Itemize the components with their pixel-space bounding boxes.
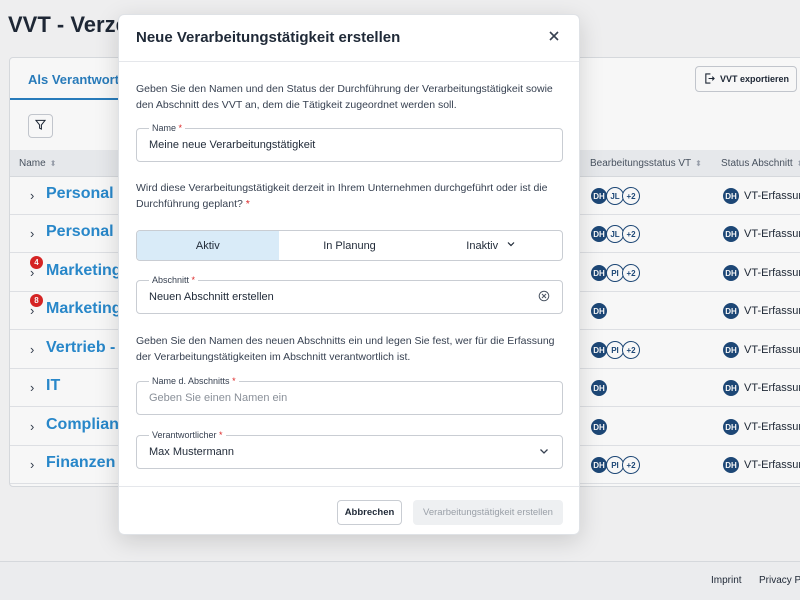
abschnitt-name-placeholder: Geben Sie einen Namen ein (149, 392, 288, 404)
modal-header: Neue Verarbeitungstätigkeit erstellen (119, 15, 579, 62)
segment-inaktiv[interactable]: Inaktiv (420, 231, 562, 260)
name-field[interactable]: Name * Meine neue Verarbeitungstätigkeit (136, 123, 563, 162)
abschnitt-name-field[interactable]: Name d. Abschnitts * Geben Sie einen Nam… (136, 376, 563, 415)
intro-text: Geben Sie den Namen und den Status der D… (136, 83, 553, 111)
abschnitt-field[interactable]: Abschnitt * Neuen Abschnitt erstellen (136, 275, 563, 314)
name-field-label: Name * (149, 123, 186, 133)
status-segmented-control: Aktiv In Planung Inaktiv (136, 230, 563, 261)
clear-circle-icon[interactable] (538, 290, 550, 305)
create-activity-button[interactable]: Verarbeitungstätigkeit erstellen (413, 500, 563, 525)
abschnitt-field-label: Abschnitt * (149, 275, 199, 285)
chevron-down-icon (506, 239, 516, 252)
verantwortlicher-select[interactable]: Verantwortlicher * Max Mustermann (136, 430, 563, 469)
section-description: Geben Sie den Namen des neuen Abschnitts… (136, 335, 555, 363)
segment-in-planung[interactable]: In Planung (279, 231, 421, 260)
verantwortlicher-label: Verantwortlicher * (149, 430, 226, 440)
chevron-down-icon (538, 445, 550, 460)
segment-aktiv[interactable]: Aktiv (137, 231, 279, 260)
modal-footer: Abbrechen Verarbeitungstätigkeit erstell… (119, 486, 579, 536)
close-icon (548, 29, 560, 47)
create-activity-dialog: Neue Verarbeitungstätigkeit erstellen Ge… (118, 14, 580, 535)
cancel-button[interactable]: Abbrechen (337, 500, 402, 525)
modal-title: Neue Verarbeitungstätigkeit erstellen (136, 29, 401, 46)
close-button[interactable] (544, 28, 564, 48)
question-text: Wird diese Verarbeitungstätigkeit derzei… (136, 182, 548, 210)
abschnitt-field-value: Neuen Abschnitt erstellen (149, 291, 274, 303)
name-field-value: Meine neue Verarbeitungstätigkeit (149, 139, 316, 151)
verantwortlicher-value: Max Mustermann (149, 446, 234, 458)
abschnitt-name-field-label: Name d. Abschnitts * (149, 376, 239, 386)
